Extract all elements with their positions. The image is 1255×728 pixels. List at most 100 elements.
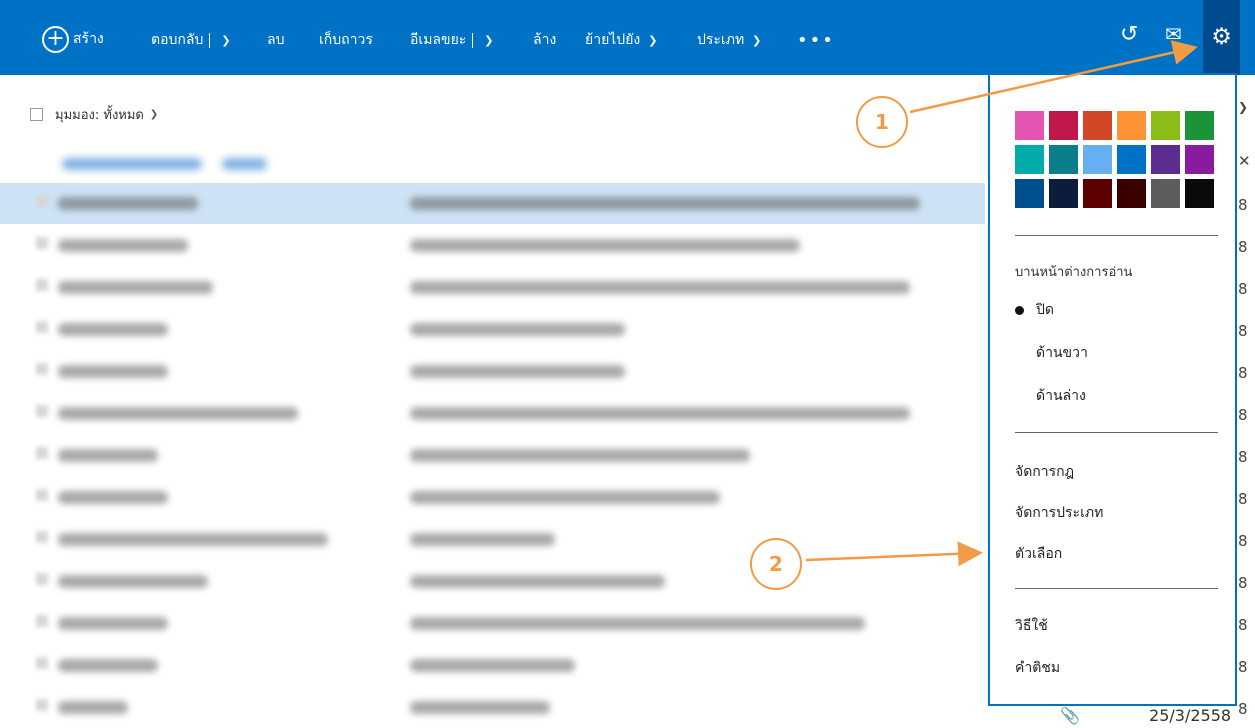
theme-color-swatch[interactable] <box>1015 179 1044 208</box>
filter-chip <box>62 150 267 176</box>
delete-button[interactable]: ลบ <box>267 28 284 52</box>
filter-chip-bar <box>222 158 267 170</box>
mail-row[interactable] <box>0 519 985 560</box>
theme-color-swatch[interactable] <box>1083 145 1112 174</box>
theme-color-swatch[interactable] <box>1049 111 1078 140</box>
mail-row[interactable] <box>0 351 985 392</box>
command-bar: + สร้าง ตอบกลับ ❯ ลบ เก็บถาวร อีเมลขยะ ❯… <box>0 0 1255 75</box>
row-checkbox[interactable] <box>36 279 48 291</box>
blurred-text <box>410 407 910 420</box>
callout-2: 2 <box>750 538 802 590</box>
row-checkbox[interactable] <box>36 321 48 333</box>
blurred-text <box>410 365 625 378</box>
blurred-text <box>410 575 665 588</box>
mail-row[interactable] <box>0 435 985 476</box>
mail-row[interactable] <box>0 645 985 686</box>
radio-selected-icon <box>1015 305 1024 315</box>
view-filter[interactable]: มุมมอง: ทั้งหมด ❯ <box>30 104 158 125</box>
row-checkbox[interactable] <box>36 195 48 207</box>
sweep-button[interactable]: ล้าง <box>533 28 556 52</box>
mail-row[interactable] <box>0 393 985 434</box>
chevron-down-icon[interactable]: ❯ <box>221 34 230 47</box>
reading-pane-bottom-label: ด้านล่าง <box>1036 388 1086 404</box>
row-checkbox[interactable] <box>36 531 48 543</box>
row-checkbox[interactable] <box>36 363 48 375</box>
mail-row[interactable] <box>0 225 985 266</box>
theme-color-swatch[interactable] <box>1151 179 1180 208</box>
feedback-item[interactable]: คำติชม <box>1015 657 1060 679</box>
theme-color-swatch[interactable] <box>1185 111 1214 140</box>
reading-pane-right-option[interactable]: ด้านขวา <box>1036 342 1088 364</box>
theme-color-swatch[interactable] <box>1151 145 1180 174</box>
category-button[interactable]: ประเภท ❯ <box>697 28 761 52</box>
row-checkbox[interactable] <box>36 657 48 669</box>
reading-pane-heading: บานหน้าต่างการอ่าน <box>1015 265 1133 280</box>
reading-pane-off-option[interactable]: ปิด <box>1015 299 1054 321</box>
archive-button[interactable]: เก็บถาวร <box>319 28 373 52</box>
mail-row-date: 📎 25/3/2558 <box>1060 706 1231 725</box>
blurred-text <box>410 197 920 210</box>
blurred-text <box>410 617 865 630</box>
view-filter-label: มุมมอง: ทั้งหมด <box>55 108 144 123</box>
filter-chip-bar <box>62 158 202 170</box>
theme-color-swatch[interactable] <box>1117 145 1146 174</box>
theme-color-swatch[interactable] <box>1185 145 1214 174</box>
chat-icon[interactable]: ✉ <box>1165 22 1182 46</box>
mail-row[interactable] <box>0 267 985 308</box>
blurred-text <box>410 239 800 252</box>
theme-color-swatch[interactable] <box>1049 145 1078 174</box>
row-checkbox[interactable] <box>36 699 48 711</box>
theme-color-swatch[interactable] <box>1117 111 1146 140</box>
more-commands-button[interactable]: ••• <box>797 28 835 52</box>
theme-color-swatch[interactable] <box>1083 111 1112 140</box>
theme-color-swatch[interactable] <box>1015 111 1044 140</box>
theme-color-swatch[interactable] <box>1151 111 1180 140</box>
row-checkbox[interactable] <box>36 237 48 249</box>
edge-char: 8 <box>1238 238 1248 256</box>
settings-flyout: บานหน้าต่างการอ่าน ปิด ด้านขวา ด้านล่าง … <box>988 73 1237 706</box>
move-to-label: ย้ายไปยัง <box>585 32 641 48</box>
blurred-text <box>58 575 208 588</box>
divider <box>1015 432 1218 433</box>
row-checkbox[interactable] <box>36 615 48 627</box>
chevron-down-icon[interactable]: ❯ <box>484 34 493 47</box>
edge-char: 8 <box>1238 196 1248 214</box>
move-to-button[interactable]: ย้ายไปยัง ❯ <box>585 28 657 52</box>
theme-color-swatch[interactable] <box>1185 179 1214 208</box>
mail-row[interactable] <box>0 561 985 602</box>
row-checkbox[interactable] <box>36 405 48 417</box>
divider <box>1015 588 1218 589</box>
options-item[interactable]: ตัวเลือก <box>1015 543 1062 565</box>
blurred-text <box>58 365 168 378</box>
attachment-icon: 📎 <box>1060 706 1080 725</box>
manage-rules-item[interactable]: จัดการกฎ <box>1015 461 1074 483</box>
row-checkbox[interactable] <box>36 573 48 585</box>
reply-button[interactable]: ตอบกลับ ❯ <box>151 28 231 52</box>
row-checkbox[interactable] <box>36 489 48 501</box>
theme-color-swatch[interactable] <box>1049 179 1078 208</box>
new-label: สร้าง <box>73 31 104 47</box>
help-item[interactable]: วิธีใช้ <box>1015 615 1048 637</box>
select-all-checkbox[interactable] <box>30 108 43 121</box>
undo-icon[interactable]: ↺ <box>1120 22 1138 47</box>
mail-row[interactable] <box>0 309 985 350</box>
sweep-label: ล้าง <box>533 32 557 48</box>
junk-button[interactable]: อีเมลขยะ ❯ <box>410 28 494 52</box>
blurred-text <box>58 491 168 504</box>
blurred-text <box>58 197 198 210</box>
theme-color-swatch[interactable] <box>1083 179 1112 208</box>
theme-color-swatch[interactable] <box>1015 145 1044 174</box>
theme-color-swatch[interactable] <box>1117 179 1146 208</box>
mail-row[interactable] <box>0 603 985 644</box>
mail-row[interactable] <box>0 687 985 728</box>
mail-row[interactable] <box>0 183 985 224</box>
manage-categories-item[interactable]: จัดการประเภท <box>1015 502 1103 524</box>
settings-button[interactable]: ⚙ <box>1203 0 1240 75</box>
row-checkbox[interactable] <box>36 447 48 459</box>
junk-label: อีเมลขยะ <box>410 32 467 48</box>
new-button[interactable]: + สร้าง <box>42 24 104 54</box>
reading-pane-off-label: ปิด <box>1036 302 1054 318</box>
reading-pane-bottom-option[interactable]: ด้านล่าง <box>1036 385 1086 407</box>
blurred-text <box>410 701 550 714</box>
mail-row[interactable] <box>0 477 985 518</box>
